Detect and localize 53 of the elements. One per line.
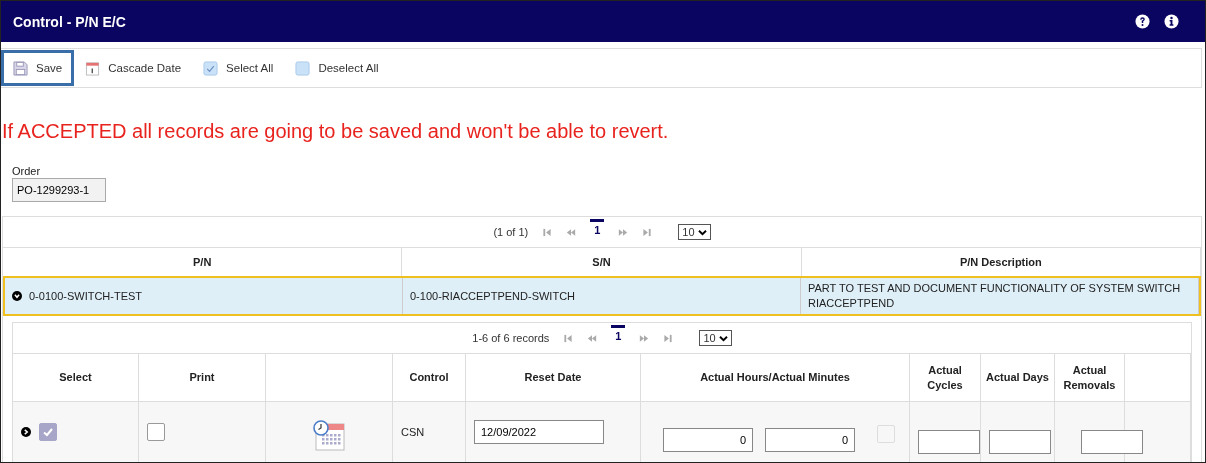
current-page[interactable]: 1 (611, 324, 626, 347)
toolbar-button[interactable]: Save (1, 50, 75, 86)
column-header: Select (59, 370, 92, 385)
order-field[interactable]: PO-1299293-1 (12, 178, 106, 202)
field-label: Order (12, 165, 41, 177)
previous-page-icon[interactable] (587, 333, 598, 343)
window-title: Control - P/N E/C (13, 13, 126, 30)
next-page-icon[interactable] (639, 333, 650, 343)
date-field[interactable]: 12/09/2022 (474, 420, 604, 444)
column-header: Actual Removals (1062, 362, 1117, 393)
cycles-field[interactable] (918, 430, 980, 454)
column-header: Actual Hours/Actual Minutes (700, 370, 850, 385)
table-cell: CSN (401, 426, 425, 438)
toolbar-button[interactable]: Cascade Date (74, 50, 193, 86)
warning-message: If ACCEPTED all records are going to be saved and won't be able to revert. (2, 120, 670, 143)
column-header: Control (409, 370, 449, 385)
table-cell: 0-100-RIACCEPTPEND-SWITCH (410, 288, 576, 304)
last-page-icon[interactable] (642, 227, 653, 237)
first-page-icon[interactable] (563, 333, 574, 343)
help-icon[interactable] (1135, 14, 1150, 29)
check-mark-icon (42, 426, 54, 438)
column-header: Actual Days (986, 370, 1049, 385)
first-page-icon[interactable] (542, 227, 553, 237)
toolbar-button[interactable]: Select All (192, 50, 285, 86)
table-row[interactable]: 0-0100-SWITCH-TEST 0-100-RIACCEPTPEND-SWITCH PART TO TEST AND DOCUMENT FUNCTIONALITY OF SYSTEM SWITCH RIACCEPTPEND (3, 276, 1201, 316)
checked-box-icon (203, 60, 219, 76)
empty-box-icon (295, 60, 311, 76)
info-icon[interactable] (1164, 14, 1179, 29)
column-header: Actual Cycles (926, 362, 964, 393)
expand-icon[interactable] (21, 427, 31, 437)
calendar-icon (85, 60, 101, 76)
page-size-select[interactable]: 10 (699, 330, 732, 346)
caret-icon (718, 334, 728, 342)
column-header: Reset Date (524, 370, 582, 385)
column-header: Print (189, 370, 215, 385)
calendar-clock-icon[interactable] (312, 420, 346, 452)
next-page-icon[interactable] (618, 227, 629, 237)
current-page[interactable]: 1 (590, 218, 605, 241)
table-cell-text: PART TO TEST AND DOCUMENT FUNCTIONALITY OF SYSTEM SWITCH RIACCEPTPEND (808, 281, 1182, 311)
page-size-select[interactable]: 10 (678, 224, 711, 240)
hours-field[interactable]: 0 (663, 428, 753, 452)
toolbar-button[interactable]: Deselect All (284, 50, 390, 86)
removals-field[interactable] (1081, 430, 1143, 454)
pager-summary: 1-6 of 6 records (472, 332, 550, 344)
days-field[interactable] (989, 430, 1051, 454)
caret-icon (697, 228, 707, 236)
checkbox[interactable] (147, 423, 165, 441)
table-cell: 0-0100-SWITCH-TEST (29, 288, 143, 304)
last-page-icon[interactable] (663, 333, 674, 343)
expand-icon[interactable] (12, 291, 22, 301)
pager-summary: (1 of 1) (493, 226, 529, 238)
minutes-field[interactable]: 0 (765, 428, 855, 452)
previous-page-icon[interactable] (566, 227, 577, 237)
